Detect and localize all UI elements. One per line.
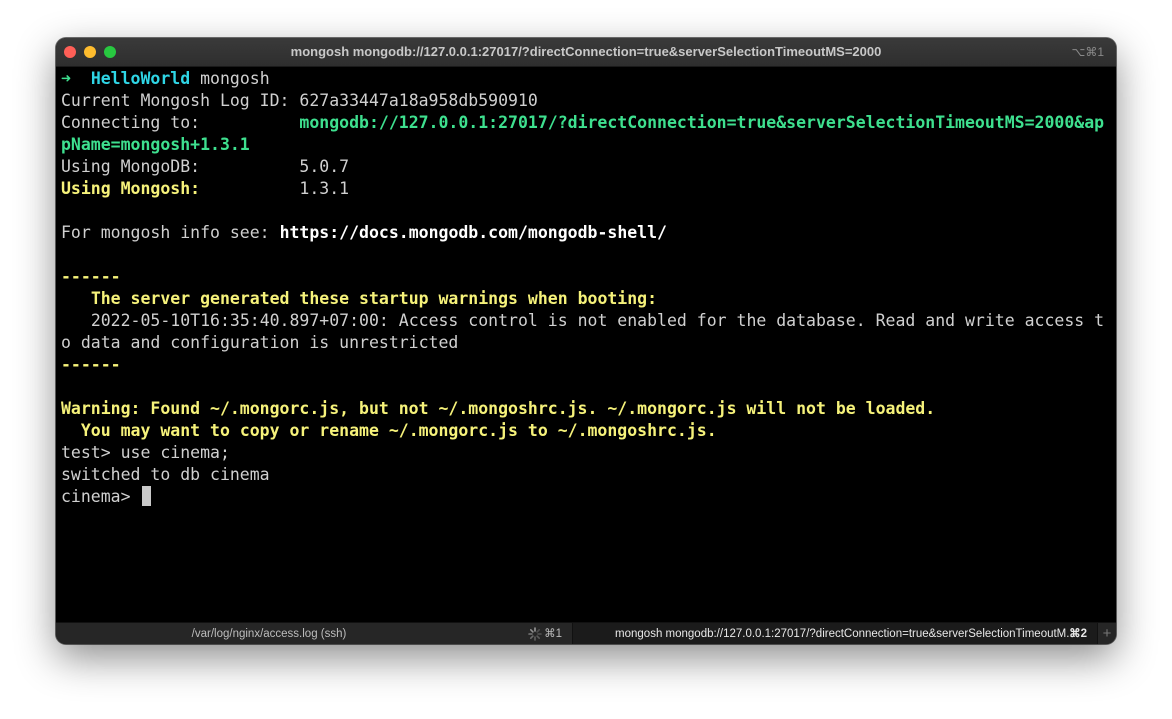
tab-label: mongosh mongodb://127.0.0.1:27017/?direc…	[615, 628, 1076, 640]
connection-string: mongodb://127.0.0.1:27017/?directConnect…	[299, 113, 1105, 132]
command-output-line: switched to db cinema	[61, 464, 1113, 486]
tab-mongosh[interactable]: mongosh mongodb://127.0.0.1:27017/?direc…	[572, 623, 1098, 644]
close-button[interactable]	[64, 46, 76, 58]
text-cursor	[142, 486, 152, 506]
mongosh-version-line: Using Mongosh: 1.3.1	[61, 178, 1113, 200]
prompt-arrow-icon: ➜	[61, 69, 71, 88]
warnings-header: The server generated these startup warni…	[90, 289, 658, 308]
rc-warning-line-2: You may want to copy or rename ~/.mongor…	[61, 420, 1113, 442]
title-bar[interactable]: mongosh mongodb://127.0.0.1:27017/?direc…	[56, 38, 1116, 67]
terminal-window: mongosh mongodb://127.0.0.1:27017/?direc…	[56, 38, 1116, 644]
info-label: For mongosh info see:	[61, 223, 270, 242]
log-id-value: 627a33447a18a958db590910	[299, 91, 538, 110]
mongodb-version: 5.0.7	[299, 157, 350, 176]
connecting-line-wrap: pName=mongosh+1.3.1	[61, 134, 1113, 156]
tab-bar: /var/log/nginx/access.log (ssh) ⌘1 mongo…	[56, 622, 1116, 644]
warning-line: 2022-05-10T16:35:40.897+07:00: Access co…	[61, 310, 1113, 332]
window-controls	[64, 46, 116, 58]
mongodb-version-line: Using MongoDB: 5.0.7	[61, 156, 1113, 178]
mongosh-label: Using Mongosh:	[61, 179, 201, 198]
connecting-line: Connecting to: mongodb://127.0.0.1:27017…	[61, 112, 1113, 134]
shell-prompt-line: ➜ HelloWorld mongosh	[61, 68, 1113, 90]
new-tab-button[interactable]: +	[1097, 623, 1116, 644]
log-id-label: Current Mongosh Log ID:	[61, 91, 290, 110]
minimize-button[interactable]	[84, 46, 96, 58]
command-text: use cinema;	[120, 443, 230, 462]
warning-line-wrap: o data and configuration is unrestricted	[61, 332, 1113, 354]
prompt-directory: HelloWorld	[90, 69, 191, 88]
rc-warning: Warning: Found ~/.mongorc.js, but not ~/…	[61, 399, 936, 418]
connecting-label: Connecting to:	[61, 113, 201, 132]
separator-top: ------	[61, 266, 1113, 288]
warning-text: 2022-05-10T16:35:40.897+07:00: Access co…	[90, 311, 1105, 330]
mongodb-label: Using MongoDB:	[61, 157, 201, 176]
current-prompt: cinema>	[61, 487, 131, 506]
window-title: mongosh mongodb://127.0.0.1:27017/?direc…	[290, 44, 882, 59]
warning-text-wrap: o data and configuration is unrestricted	[61, 333, 459, 352]
terminal-output[interactable]: ➜ HelloWorld mongosh Current Mongosh Log…	[61, 68, 1113, 620]
tab-nginx-log[interactable]: /var/log/nginx/access.log (ssh) ⌘1	[56, 623, 573, 644]
rc-warning-hint: You may want to copy or rename ~/.mongor…	[80, 421, 717, 440]
separator: ------	[61, 267, 121, 286]
command-line: test> use cinema;	[61, 442, 1113, 464]
separator: ------	[61, 355, 121, 374]
connection-string-wrap: pName=mongosh+1.3.1	[61, 135, 250, 154]
mongosh-version: 1.3.1	[299, 179, 350, 198]
command-prompt: test>	[61, 443, 111, 462]
log-id-line: Current Mongosh Log ID: 627a33447a18a958…	[61, 90, 1113, 112]
activity-spinner-icon	[528, 627, 542, 641]
rc-warning-line: Warning: Found ~/.mongorc.js, but not ~/…	[61, 398, 1113, 420]
separator-bottom: ------	[61, 354, 1113, 376]
tab-shortcut: ⌘2	[1069, 628, 1088, 640]
docs-link[interactable]: https://docs.mongodb.com/mongodb-shell/	[280, 223, 667, 242]
tab-label: /var/log/nginx/access.log (ssh)	[191, 628, 347, 640]
info-line: For mongosh info see: https://docs.mongo…	[61, 222, 1113, 244]
tab-shortcut: ⌘1	[544, 628, 563, 640]
warnings-header-line: The server generated these startup warni…	[61, 288, 1113, 310]
zoom-button[interactable]	[104, 46, 116, 58]
command-output: switched to db cinema	[61, 465, 270, 484]
current-prompt-line[interactable]: cinema>	[61, 486, 1113, 508]
prompt-command: mongosh	[200, 69, 270, 88]
window-shortcut: ⌥⌘1	[1071, 45, 1104, 59]
